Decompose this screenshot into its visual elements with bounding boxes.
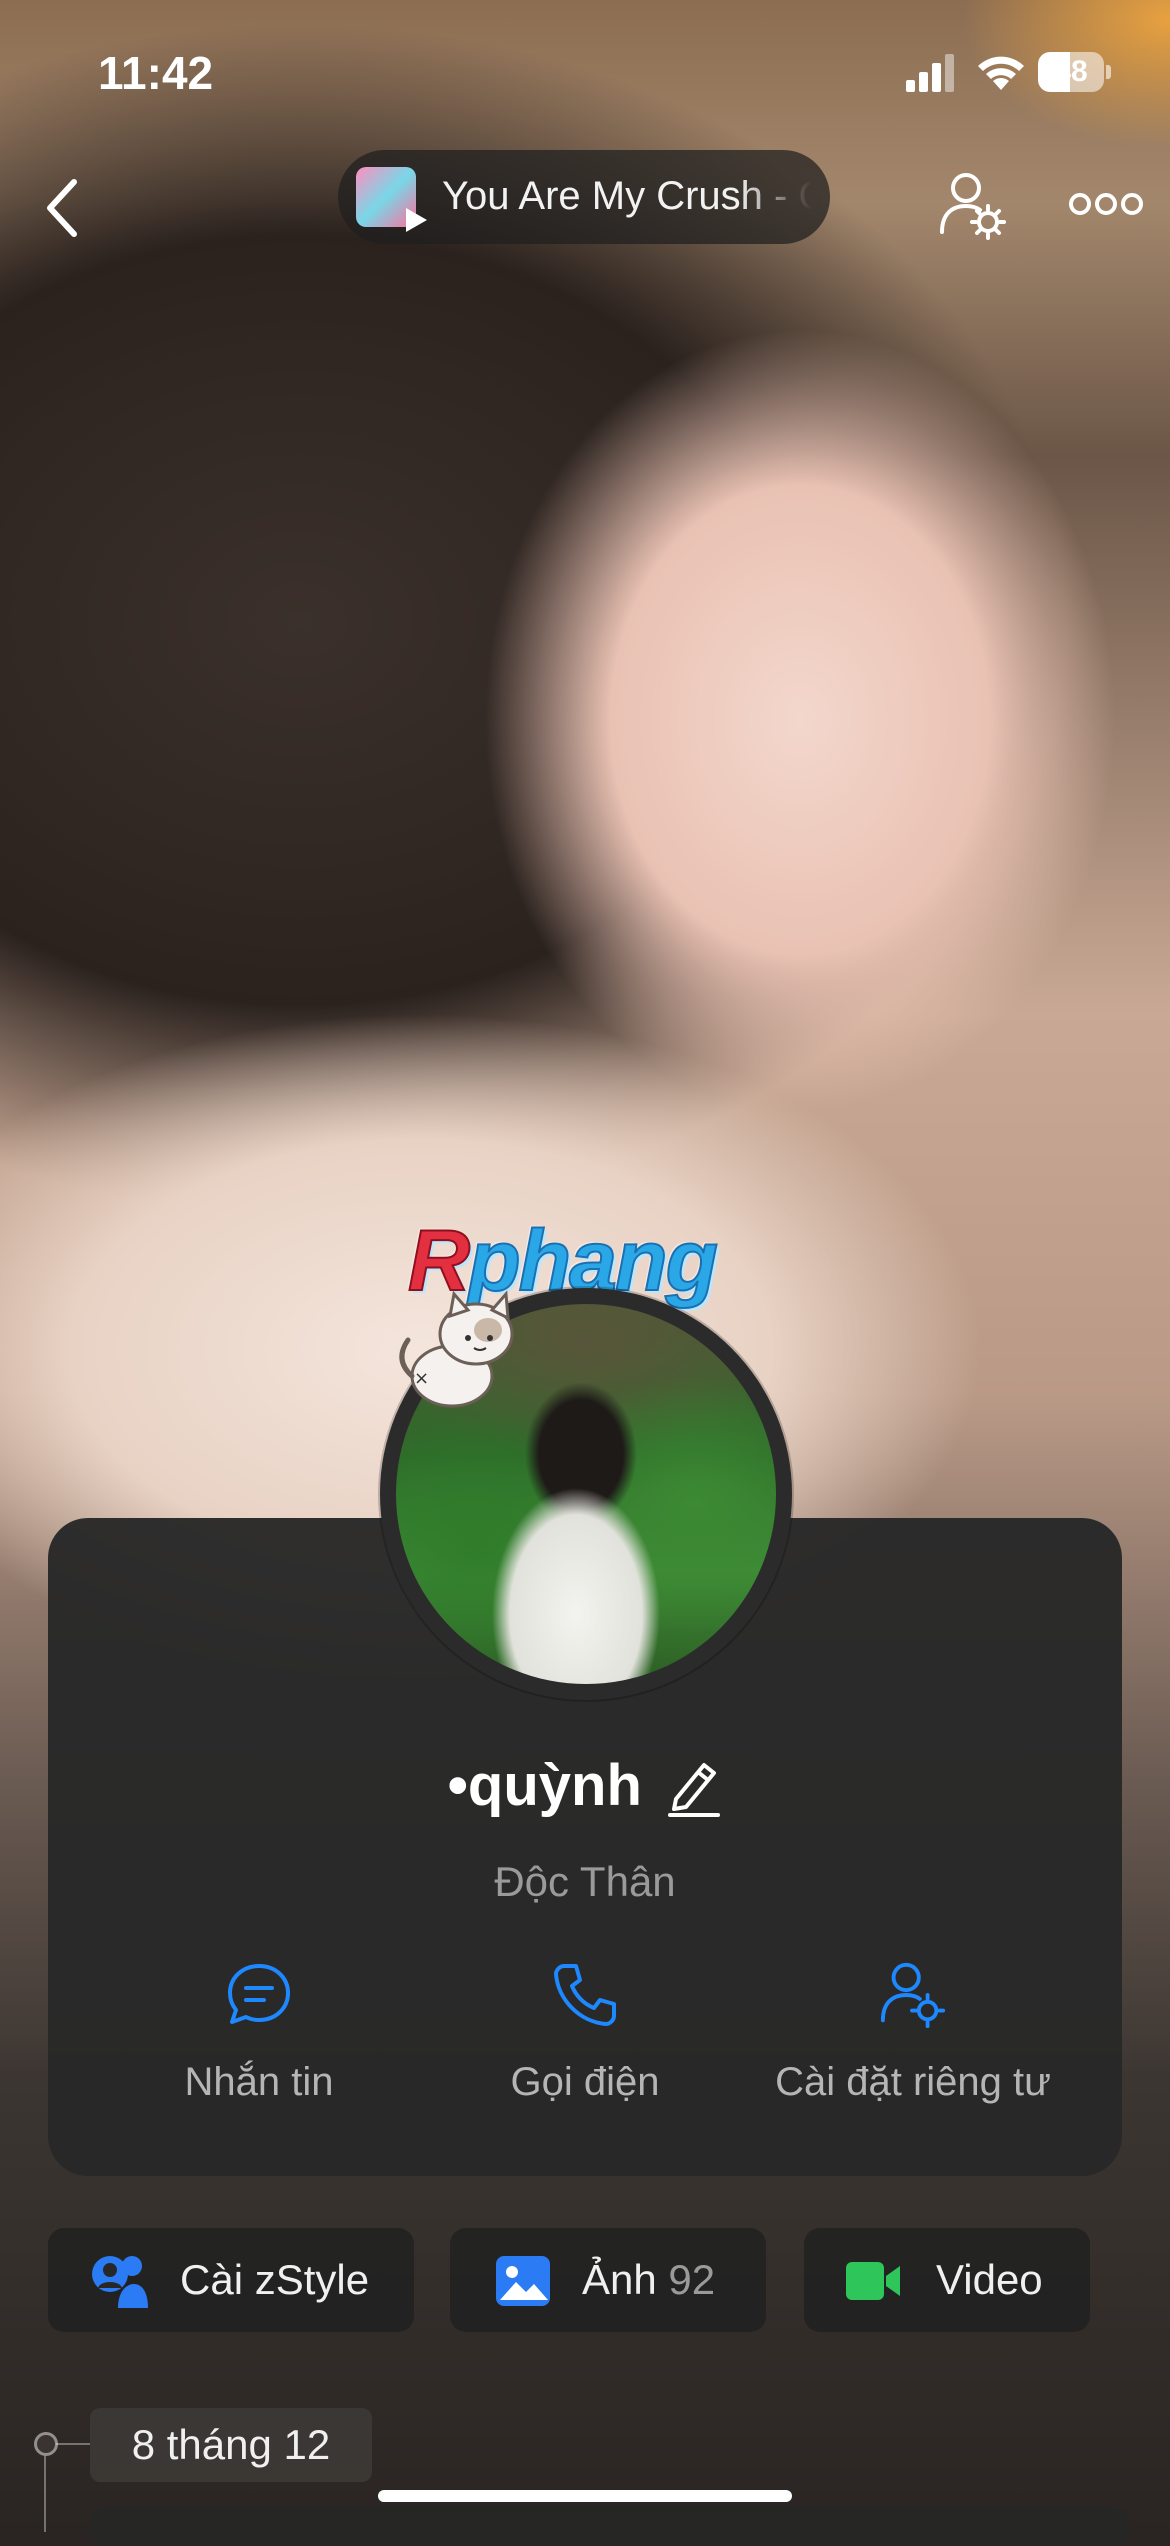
message-action[interactable]: Nhắn tin [94, 1960, 424, 2120]
wifi-icon [978, 56, 1024, 90]
photos-label: Ảnh 92 [582, 2256, 716, 2303]
video-label: Video [936, 2256, 1043, 2303]
video-button[interactable]: Video [804, 2228, 1090, 2332]
chat-bubble-icon [228, 1964, 290, 2024]
phone-icon [554, 1964, 616, 2026]
profile-music-player[interactable]: You Are My Crush - C [338, 150, 830, 244]
home-indicator [378, 2490, 792, 2502]
timeline-dot [34, 2432, 58, 2456]
status-time: 11:42 [98, 47, 214, 99]
zstyle-icon [92, 2256, 148, 2308]
message-label: Nhắn tin [184, 2060, 334, 2104]
timeline-connector [56, 2443, 90, 2445]
music-title: You Are My Crush - C [442, 174, 812, 218]
edit-pencil-icon[interactable] [666, 1755, 722, 1817]
video-camera-icon [846, 2262, 900, 2300]
more-options-icon[interactable] [1068, 184, 1144, 224]
photos-button[interactable]: Ảnh 92 [450, 2228, 766, 2332]
cellular-signal-icon [906, 54, 954, 92]
call-action[interactable]: Gọi điện [420, 1960, 750, 2120]
cat-sticker-icon: × [399, 1290, 514, 1408]
user-settings-icon[interactable] [938, 170, 1008, 242]
profile-name-row: •quỳnh [0, 1752, 1170, 1819]
privacy-settings-label: Cài đặt riêng tư [775, 2060, 1051, 2104]
timeline-date: 8 tháng 12 [90, 2408, 372, 2482]
zstyle-button[interactable]: Cài zStyle [48, 2228, 414, 2332]
timeline-post-card[interactable] [90, 2506, 1130, 2546]
zstyle-label: Cài zStyle [180, 2256, 370, 2303]
privacy-settings-action[interactable]: Cài đặt riêng tư [748, 1960, 1078, 2120]
photos-count: 92 [668, 2256, 716, 2303]
call-label: Gọi điện [510, 2060, 660, 2104]
play-icon[interactable] [400, 205, 430, 235]
back-chevron-icon[interactable] [34, 168, 90, 248]
battery-indicator: 48 [1038, 52, 1112, 92]
user-settings-icon [880, 1962, 946, 2029]
profile-name: •quỳnh [447, 1753, 642, 1818]
battery-percent: 48 [1054, 55, 1088, 88]
status-bar: 11:42 48 [0, 0, 1170, 150]
image-icon [496, 2256, 550, 2306]
profile-status: Độc Thân [494, 1858, 676, 1905]
svg-text:×: × [414, 1368, 429, 1389]
